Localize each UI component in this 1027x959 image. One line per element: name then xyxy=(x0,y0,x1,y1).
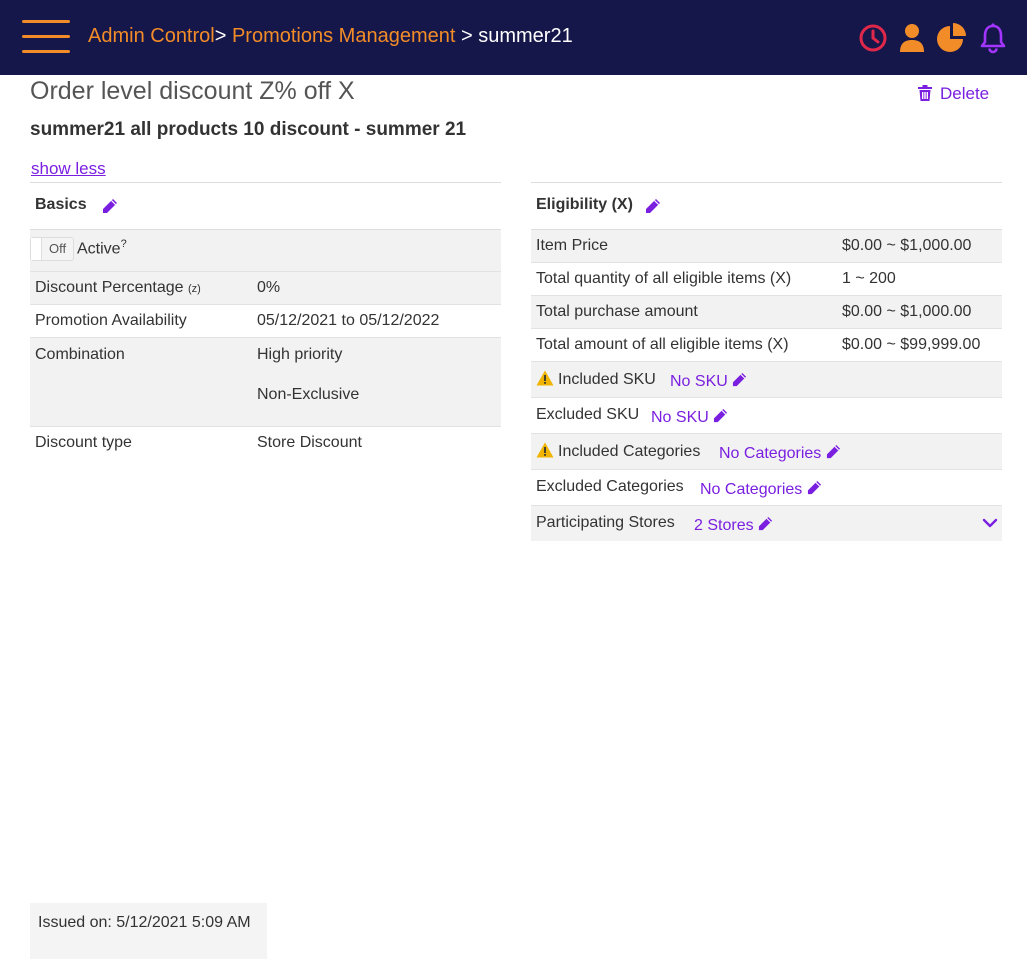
eligibility-header: Eligibility (X) xyxy=(531,183,1002,230)
page-title: Order level discount Z% off X xyxy=(30,77,355,105)
combination-label: Combination xyxy=(35,346,125,363)
show-less-link[interactable]: show less xyxy=(31,159,106,179)
discount-type-value: Store Discount xyxy=(257,434,362,451)
total-purchase-value: $0.00 ~ $1,000.00 xyxy=(842,303,972,320)
basics-header: Basics xyxy=(30,183,501,230)
help-icon[interactable]: ? xyxy=(121,238,127,250)
total-quantity-row: Total quantity of all eligible items (X)… xyxy=(531,263,1002,296)
breadcrumb-admin-control[interactable]: Admin Control xyxy=(88,25,215,47)
trash-icon xyxy=(918,85,932,101)
participating-stores-label: Participating Stores xyxy=(536,514,675,531)
user-icon[interactable] xyxy=(897,22,929,54)
combination-priority: High priority xyxy=(257,346,343,363)
edit-pencil-icon[interactable] xyxy=(732,372,747,387)
combination-exclusivity: Non-Exclusive xyxy=(257,386,360,403)
total-quantity-label: Total quantity of all eligible items (X) xyxy=(536,270,792,287)
excluded-sku-row: Excluded SKU No SKU xyxy=(531,398,1002,434)
basics-panel: Basics Off Active? Discount Percentage (… xyxy=(30,182,501,459)
breadcrumb-current: summer21 xyxy=(478,25,573,47)
active-row: Off Active? xyxy=(30,230,501,272)
edit-pencil-icon[interactable] xyxy=(758,516,773,531)
included-sku-row: Included SKU No SKU xyxy=(531,362,1002,398)
total-purchase-row: Total purchase amount $0.00 ~ $1,000.00 xyxy=(531,296,1002,329)
total-amount-row: Total amount of all eligible items (X) $… xyxy=(531,329,1002,362)
delete-label: Delete xyxy=(940,84,990,103)
availability-value: 05/12/2021 to 05/12/2022 xyxy=(257,312,440,329)
delete-button[interactable]: Delete xyxy=(918,84,989,104)
availability-row: Promotion Availability 05/12/2021 to 05/… xyxy=(30,305,501,338)
included-sku-link[interactable]: No SKU xyxy=(670,372,747,391)
item-price-value: $0.00 ~ $1,000.00 xyxy=(842,237,972,254)
discount-percentage-value: 0% xyxy=(257,279,281,296)
excluded-categories-row: Excluded Categories No Categories xyxy=(531,470,1002,506)
participating-stores-row[interactable]: Participating Stores 2 Stores xyxy=(531,506,1002,541)
menu-icon[interactable] xyxy=(22,20,70,54)
combination-row: Combination High priority Non-Exclusive xyxy=(30,338,501,427)
breadcrumb-separator: > xyxy=(460,25,473,47)
excluded-categories-link[interactable]: No Categories xyxy=(700,480,822,499)
edit-basics-pencil-icon[interactable] xyxy=(102,198,118,214)
edit-pencil-icon[interactable] xyxy=(713,408,728,423)
breadcrumb: Admin Control> Promotions Management > s… xyxy=(88,25,573,48)
item-price-label: Item Price xyxy=(536,237,609,254)
edit-pencil-icon[interactable] xyxy=(826,444,841,459)
included-categories-link[interactable]: No Categories xyxy=(719,444,841,463)
included-categories-row: Included Categories No Categories xyxy=(531,434,1002,470)
pie-chart-icon[interactable] xyxy=(936,22,968,54)
availability-label: Promotion Availability xyxy=(35,312,187,329)
issued-on-box: Issued on: 5/12/2021 5:09 AM xyxy=(30,903,267,959)
edit-eligibility-pencil-icon[interactable] xyxy=(645,198,661,214)
included-categories-label: Included Categories xyxy=(536,442,700,461)
excluded-sku-link[interactable]: No SKU xyxy=(651,408,728,427)
issued-on-text: Issued on: 5/12/2021 5:09 AM xyxy=(38,914,251,931)
excluded-categories-label: Excluded Categories xyxy=(536,478,684,495)
discount-type-label: Discount type xyxy=(35,434,132,451)
active-toggle[interactable]: Off xyxy=(30,237,74,261)
toggle-state-label: Off xyxy=(49,241,67,256)
warning-icon xyxy=(536,370,554,386)
discount-percentage-label: Discount Percentage (z) xyxy=(35,279,201,296)
clock-icon[interactable] xyxy=(857,22,889,54)
eligibility-title: Eligibility (X) xyxy=(536,196,633,213)
eligibility-panel: Eligibility (X) Item Price $0.00 ~ $1,00… xyxy=(531,182,1002,541)
promotion-subtitle: summer21 all products 10 discount - summ… xyxy=(30,119,467,140)
total-amount-value: $0.00 ~ $99,999.00 xyxy=(842,336,981,353)
active-label: Active? xyxy=(77,238,127,258)
basics-title: Basics xyxy=(35,196,87,213)
edit-pencil-icon[interactable] xyxy=(807,480,822,495)
item-price-row: Item Price $0.00 ~ $1,000.00 xyxy=(531,230,1002,263)
discount-type-row: Discount type Store Discount xyxy=(30,427,501,459)
warning-icon xyxy=(536,442,554,458)
chevron-down-icon[interactable] xyxy=(982,518,998,528)
discount-percentage-row: Discount Percentage (z) 0% xyxy=(30,272,501,305)
breadcrumb-separator: > xyxy=(214,25,227,47)
total-purchase-label: Total purchase amount xyxy=(536,303,698,320)
top-navigation-bar: Admin Control> Promotions Management > s… xyxy=(0,0,1027,75)
total-amount-label: Total amount of all eligible items (X) xyxy=(536,336,789,353)
bell-icon[interactable] xyxy=(978,22,1010,54)
participating-stores-link[interactable]: 2 Stores xyxy=(694,516,773,535)
total-quantity-value: 1 ~ 200 xyxy=(842,270,896,287)
excluded-sku-label: Excluded SKU xyxy=(536,406,640,423)
included-sku-label: Included SKU xyxy=(536,370,656,389)
breadcrumb-promotions-management[interactable]: Promotions Management xyxy=(232,25,455,47)
